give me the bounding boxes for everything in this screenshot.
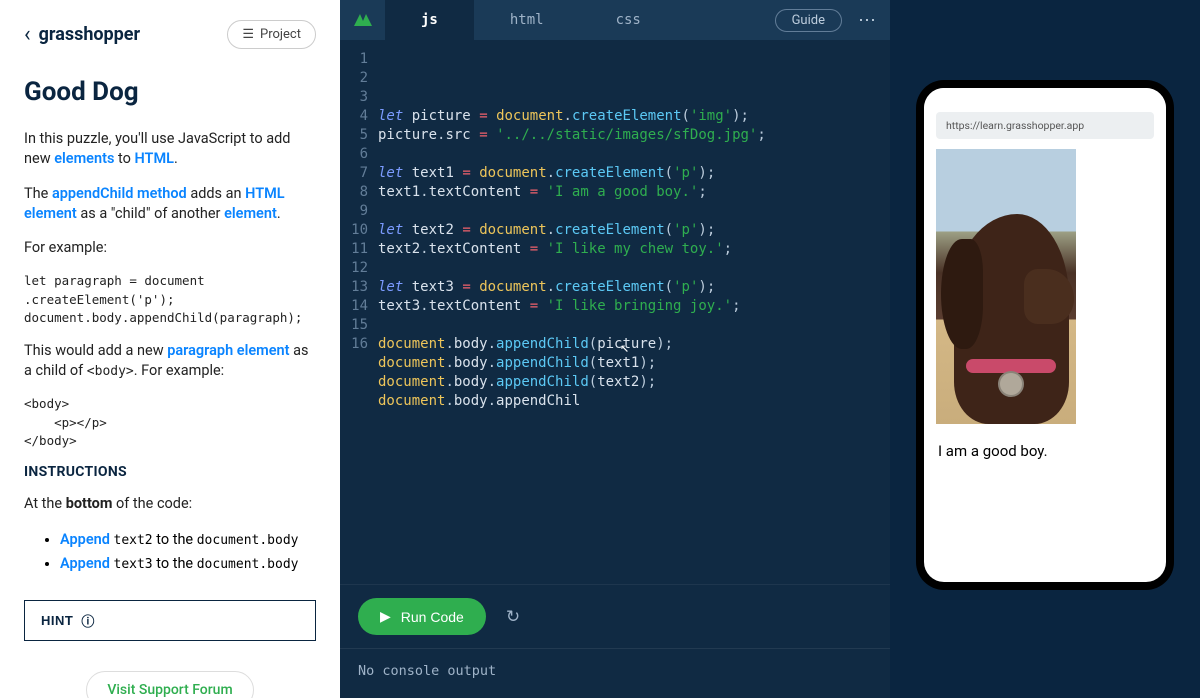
phone-content[interactable]: I am a good boy. — [924, 149, 1166, 582]
grasshopper-icon — [340, 12, 385, 28]
instructions-line: At the bottom of the code: — [24, 494, 316, 514]
example-code-1: let paragraph = document .createElement(… — [24, 272, 316, 326]
link-appendchild[interactable]: appendChild method — [52, 185, 187, 202]
back-icon[interactable]: ‹ — [24, 22, 31, 47]
phone-screen: https://learn.grasshopper.app I am a goo… — [924, 88, 1166, 582]
desc-paragraph-3: For example: — [24, 238, 316, 258]
console-output: No console output — [340, 648, 890, 698]
list-item: Append text2 to the document.body — [60, 528, 316, 552]
code-area[interactable]: 12345678910111213141516 ↖ let picture = … — [340, 40, 890, 584]
help-icon: ⓘ — [81, 611, 95, 630]
more-icon[interactable]: ⋯ — [854, 10, 890, 31]
code-lines[interactable]: ↖ let picture = document.createElement('… — [378, 50, 890, 584]
lesson-panel: ‹ grasshopper ☰ Project Good Dog In this… — [0, 0, 340, 698]
tab-css[interactable]: css — [580, 0, 677, 40]
phone-frame: https://learn.grasshopper.app I am a goo… — [916, 80, 1174, 590]
desc-paragraph-1: In this puzzle, you'll use JavaScript to… — [24, 129, 316, 170]
link-element[interactable]: element — [224, 205, 277, 222]
dog-image — [936, 149, 1076, 424]
brand-back-group: ‹ grasshopper — [24, 22, 140, 47]
line-gutter: 12345678910111213141516 — [340, 50, 378, 584]
hint-label: HINT — [41, 613, 73, 628]
list-icon: ☰ — [242, 27, 254, 42]
reload-icon[interactable]: ↻ — [506, 607, 520, 627]
link-elements[interactable]: elements — [54, 150, 114, 167]
editor-tabs: js html css Guide ⋯ — [340, 0, 890, 40]
lesson-description: In this puzzle, you'll use JavaScript to… — [24, 129, 316, 600]
preview-panel: https://learn.grasshopper.app I am a goo… — [890, 0, 1200, 698]
desc-paragraph-4: This would add a new paragraph element a… — [24, 341, 316, 382]
guide-button[interactable]: Guide — [775, 9, 842, 32]
url-bar: https://learn.grasshopper.app — [936, 112, 1154, 139]
link-html[interactable]: HTML — [134, 150, 174, 167]
desc-paragraph-2: The appendChild method adds an HTML elem… — [24, 184, 316, 225]
list-item: Append text3 to the document.body — [60, 552, 316, 576]
brand-name[interactable]: grasshopper — [39, 24, 141, 45]
project-button[interactable]: ☰ Project — [227, 20, 316, 49]
instructions-heading: INSTRUCTIONS — [24, 464, 316, 480]
run-label: Run Code — [401, 609, 464, 625]
example-code-2: <body> <p></p> </body> — [24, 395, 316, 449]
play-icon: ▶ — [380, 608, 391, 625]
run-button[interactable]: ▶ Run Code — [358, 598, 486, 635]
run-bar: ▶ Run Code ↻ — [340, 584, 890, 648]
tab-html[interactable]: html — [474, 0, 580, 40]
support-forum-link[interactable]: Visit Support Forum — [86, 671, 253, 698]
project-label: Project — [260, 27, 301, 42]
puzzle-title: Good Dog — [24, 77, 316, 107]
tab-js[interactable]: js — [385, 0, 474, 40]
link-paragraph-element[interactable]: paragraph element — [167, 342, 289, 359]
preview-text-1: I am a good boy. — [936, 424, 1154, 478]
code-editor: js html css Guide ⋯ 12345678910111213141… — [340, 0, 890, 698]
phone-statusbar — [924, 88, 1166, 108]
instructions-list: Append text2 to the document.body Append… — [24, 528, 316, 576]
lesson-header: ‹ grasshopper ☰ Project — [24, 20, 316, 49]
hint-button[interactable]: HINT ⓘ — [24, 600, 316, 641]
